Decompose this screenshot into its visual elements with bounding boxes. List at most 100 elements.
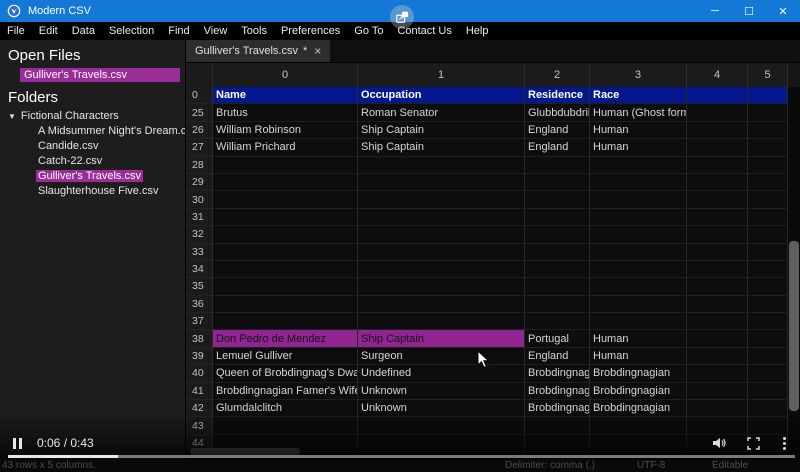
grid-cell[interactable] [687,383,748,400]
row-number[interactable]: 41 [186,383,213,400]
column-header-2[interactable]: 2 [525,63,590,87]
grid-cell[interactable] [213,157,358,174]
row-number[interactable]: 30 [186,191,213,208]
grid-cell[interactable] [590,296,687,313]
grid-cell[interactable] [748,278,788,295]
grid-cell[interactable]: England [525,139,590,156]
row-number[interactable]: 33 [186,244,213,261]
grid-cell[interactable] [748,104,788,121]
grid-cell[interactable]: Lemuel Gulliver [213,348,358,365]
grid-cell[interactable] [358,261,525,278]
tree-file-item[interactable]: Catch-22.csv [0,154,185,169]
grid-cell[interactable] [358,174,525,191]
grid-cell[interactable] [590,191,687,208]
picture-in-picture-icon[interactable] [390,5,414,29]
grid-cell[interactable] [213,261,358,278]
grid-cell[interactable]: Human [590,139,687,156]
grid-cell[interactable] [748,209,788,226]
tree-file-item[interactable]: Slaughterhouse Five.csv [0,184,185,199]
column-header-1[interactable]: 1 [358,63,525,87]
row-number[interactable]: 27 [186,139,213,156]
row-number[interactable]: 26 [186,122,213,139]
grid-cell[interactable] [687,296,748,313]
grid-cell[interactable] [358,191,525,208]
grid-cell[interactable] [687,226,748,243]
grid-cell[interactable] [213,174,358,191]
row-number[interactable]: 32 [186,226,213,243]
grid-cell[interactable] [748,87,788,104]
row-number[interactable]: 37 [186,313,213,330]
menu-item-edit[interactable]: Edit [32,25,65,37]
grid-cell[interactable] [687,278,748,295]
grid-cell[interactable] [590,174,687,191]
grid-cell[interactable] [358,278,525,295]
grid-cell[interactable]: Undefined [358,365,525,382]
grid-cell[interactable]: William Robinson [213,122,358,139]
grid-cell[interactable] [213,226,358,243]
grid-cell[interactable] [748,157,788,174]
column-header-4[interactable]: 4 [687,63,748,87]
grid-cell[interactable] [525,174,590,191]
grid-cell[interactable] [358,226,525,243]
grid-cell[interactable] [213,244,358,261]
folder-row-fictional-characters[interactable]: ▼ Fictional Characters [8,110,185,122]
grid-cell[interactable] [213,313,358,330]
grid-cell[interactable]: Ship Captain [358,139,525,156]
grid-cell[interactable] [748,383,788,400]
chevron-down-icon[interactable]: ▼ [8,112,16,121]
menu-item-file[interactable]: File [0,25,32,37]
grid-cell[interactable]: Brobdingnagian [590,383,687,400]
grid-cell[interactable] [525,261,590,278]
grid-cell[interactable]: Don Pedro de Mendez [213,330,358,347]
grid-cell[interactable]: Unknown [358,383,525,400]
tree-file-item[interactable]: Candide.csv [0,139,185,154]
grid-cell[interactable] [525,209,590,226]
grid-cell[interactable] [525,313,590,330]
grid-cell[interactable] [687,365,748,382]
grid-cell[interactable] [687,104,748,121]
tab-close-icon[interactable]: × [314,44,321,58]
grid-cell[interactable] [748,122,788,139]
grid-cell[interactable]: Human [590,348,687,365]
maximize-button[interactable]: ☐ [732,0,766,22]
grid-cell[interactable] [687,261,748,278]
grid-cell[interactable] [590,313,687,330]
grid-cell[interactable]: Brobdingnagian [590,365,687,382]
grid-cell[interactable] [525,296,590,313]
grid-cell[interactable] [687,191,748,208]
column-header-3[interactable]: 3 [590,63,687,87]
menu-item-preferences[interactable]: Preferences [274,25,347,37]
grid-cell[interactable] [748,330,788,347]
grid-cell[interactable]: England [525,122,590,139]
grid-cell[interactable] [590,209,687,226]
menu-item-find[interactable]: Find [161,25,196,37]
grid-cell[interactable]: Brutus [213,104,358,121]
grid-cell[interactable] [687,139,748,156]
grid-cell[interactable] [748,139,788,156]
kebab-menu-icon[interactable] [783,433,786,453]
grid-cell[interactable] [590,261,687,278]
grid-cell[interactable] [213,209,358,226]
grid-cell[interactable]: Roman Senator [358,104,525,121]
volume-icon[interactable] [712,433,728,453]
grid-cell[interactable] [590,278,687,295]
open-file-item[interactable]: Gulliver's Travels.csv [20,68,180,82]
row-number[interactable]: 39 [186,348,213,365]
video-progress-bar[interactable] [8,455,795,458]
fullscreen-icon[interactable] [747,433,760,453]
grid-cell[interactable] [687,157,748,174]
row-number[interactable]: 25 [186,104,213,121]
grid-cell[interactable]: Surgeon [358,348,525,365]
menu-item-selection[interactable]: Selection [102,25,161,37]
grid-cell[interactable]: Ship Captain [358,330,525,347]
close-button[interactable]: ✕ [766,0,800,22]
row-number[interactable]: 0 [186,87,213,104]
grid-cell[interactable] [525,191,590,208]
grid-cell[interactable]: Ship Captain [358,122,525,139]
row-number[interactable]: 38 [186,330,213,347]
row-number[interactable]: 31 [186,209,213,226]
tab-gullivers-travels[interactable]: Gulliver's Travels.csv * × [186,40,330,62]
grid-cell[interactable] [748,261,788,278]
menu-item-view[interactable]: View [197,25,235,37]
grid-cell[interactable] [525,157,590,174]
